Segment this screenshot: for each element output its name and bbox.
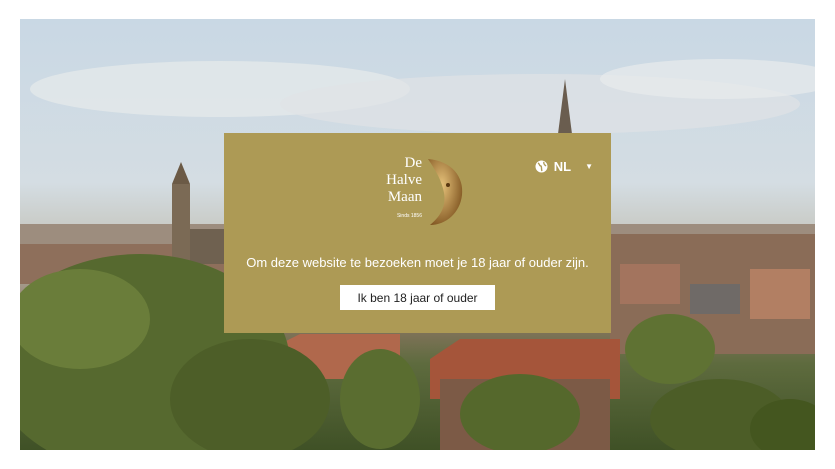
language-selector[interactable]: NL ▼ <box>535 159 593 174</box>
brand-logo: De Halve Maan Sinds 1856 <box>374 155 464 227</box>
logo-line-2: Halve <box>386 172 422 188</box>
age-requirement-message: Om deze website te bezoeken moet je 18 j… <box>246 255 589 270</box>
logo-line-3: Maan <box>387 189 422 205</box>
logo-line-1: De <box>404 155 423 171</box>
age-verification-modal: De Halve Maan Sinds 1856 NL ▼ Om deze we… <box>224 133 611 333</box>
confirm-age-button[interactable]: Ik ben 18 jaar of ouder <box>340 285 495 310</box>
globe-icon <box>535 160 548 173</box>
logo-wordmark: De Halve Maan <box>374 155 422 206</box>
language-code: NL <box>553 159 572 174</box>
chevron-down-icon: ▼ <box>585 162 593 171</box>
half-moon-face-icon <box>428 159 463 225</box>
